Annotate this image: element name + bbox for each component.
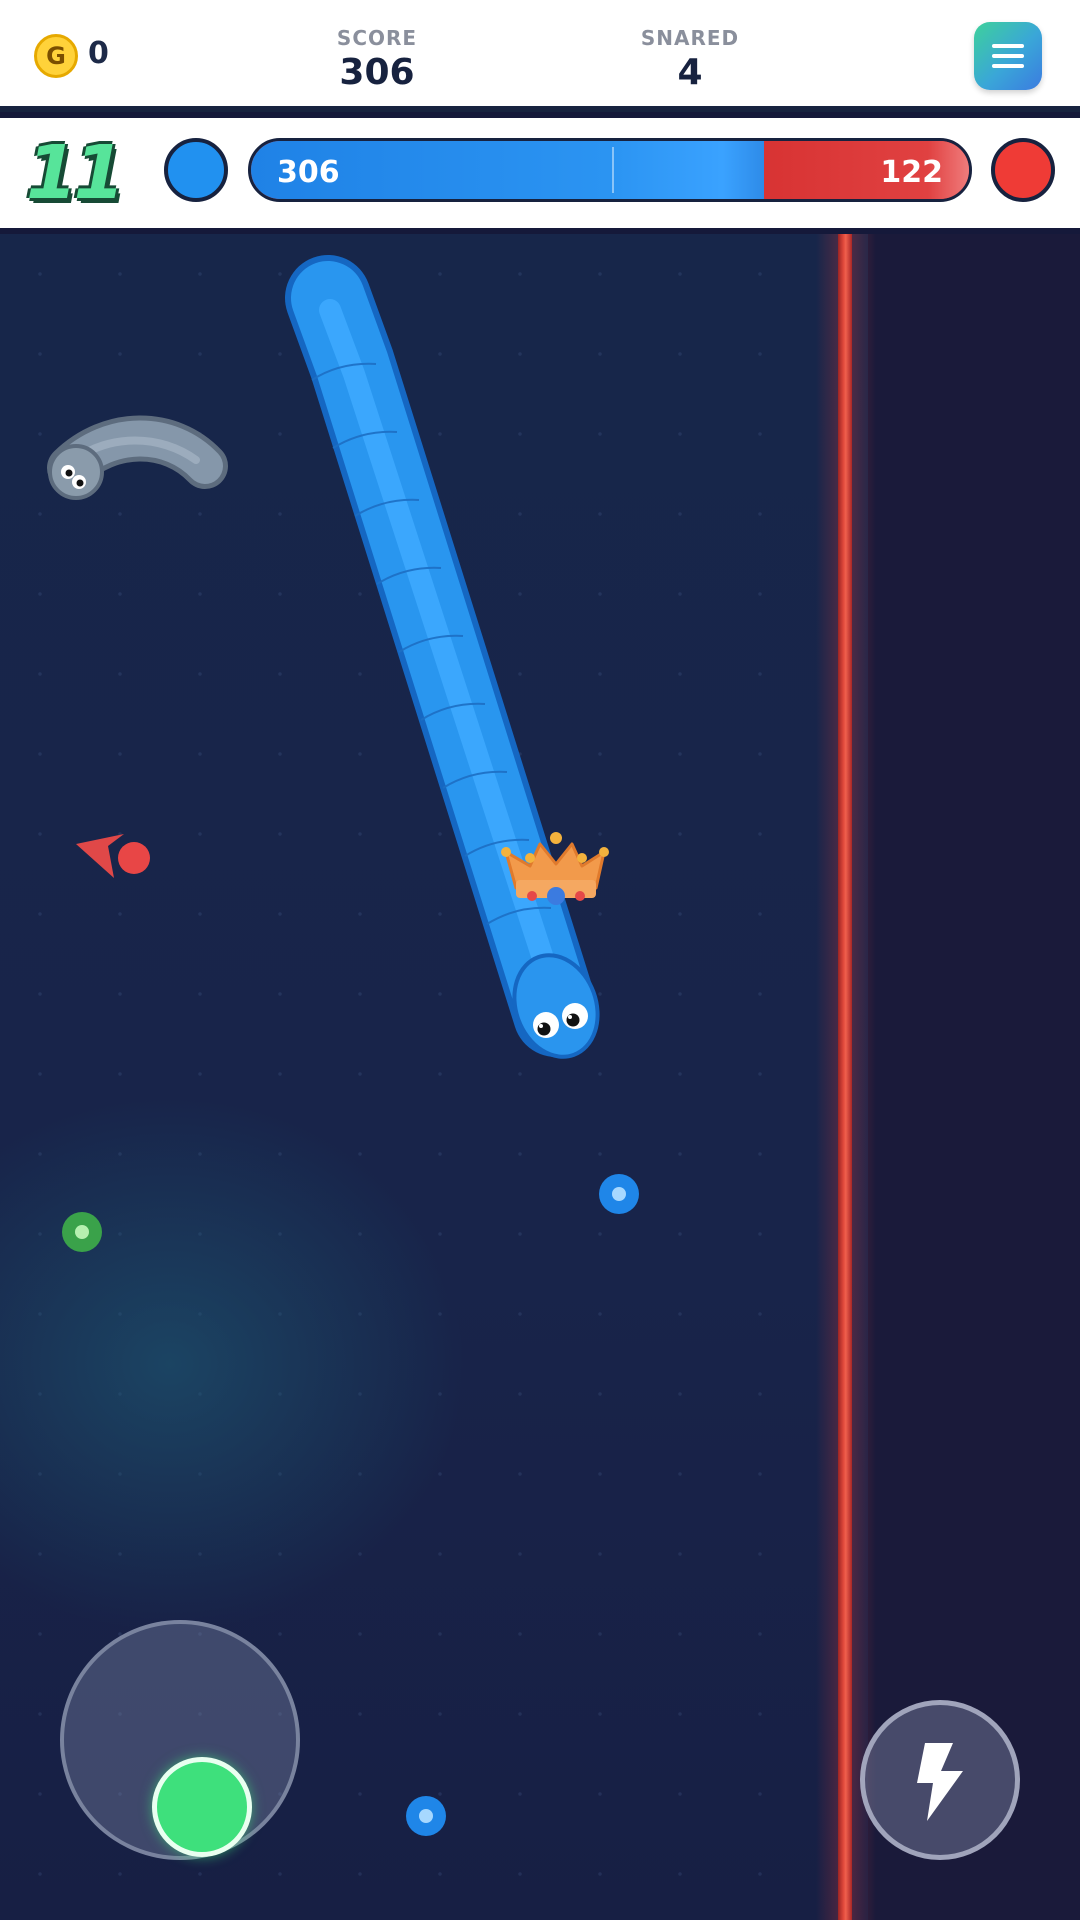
blue-team-icon (164, 138, 228, 202)
snared-stat: SNARED 4 (590, 26, 790, 93)
team-versus-bar: 11 306 122 (0, 118, 1080, 228)
hamburger-menu-icon-line (992, 64, 1024, 68)
hamburger-menu-icon (992, 44, 1024, 48)
score-label: SCORE (336, 26, 418, 50)
coin-count: 0 (88, 36, 109, 71)
round-timer: 11 (26, 130, 125, 216)
hamburger-menu-icon-line (992, 54, 1024, 58)
snared-value: 4 (677, 52, 703, 93)
food-pellet-green (62, 1212, 102, 1252)
joystick-knob[interactable] (152, 1757, 252, 1857)
coin-icon: G (34, 34, 78, 78)
blue-team-score: 306 (277, 155, 340, 190)
progress-midline (612, 147, 614, 193)
lightning-icon (917, 1743, 963, 1821)
top-hud: G 0 SCORE 306 SNARED 4 (0, 0, 1080, 112)
boost-button[interactable] (860, 1700, 1020, 1860)
enemy-snake (47, 415, 228, 500)
red-team-icon (991, 138, 1055, 202)
score-stat: SCORE 306 (277, 26, 477, 93)
player-snake (285, 255, 600, 1059)
food-pellet-blue (599, 1174, 639, 1214)
red-team-score: 122 (880, 155, 943, 190)
snared-label: SNARED (640, 26, 740, 50)
score-value: 306 (339, 52, 415, 93)
red-arrow-indicator-icon (76, 834, 150, 878)
team-score-progress: 306 122 (248, 138, 972, 202)
menu-button[interactable] (974, 22, 1042, 90)
food-pellet-blue (406, 1796, 446, 1836)
